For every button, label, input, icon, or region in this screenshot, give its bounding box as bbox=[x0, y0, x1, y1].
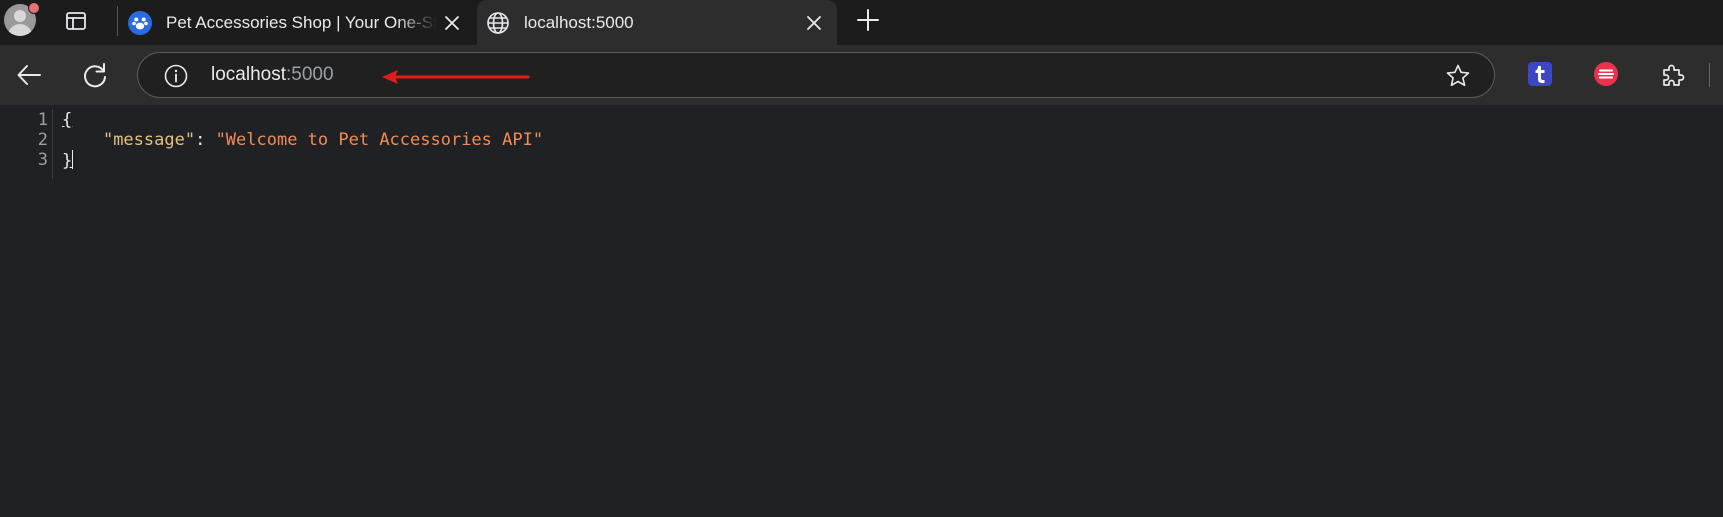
tab-actions-icon[interactable] bbox=[64, 9, 88, 33]
annotation-arrow-icon bbox=[382, 70, 530, 84]
json-key: "message" bbox=[102, 130, 196, 150]
code-line-3: 3 } bbox=[0, 150, 1723, 171]
globe-icon bbox=[487, 11, 509, 34]
browser-toolbar: localhost:5000 bbox=[0, 45, 1723, 105]
line-number: 1 bbox=[37, 110, 48, 130]
tab-separator bbox=[117, 6, 118, 36]
close-icon[interactable] bbox=[805, 14, 823, 32]
new-tab-plus-icon[interactable] bbox=[856, 8, 880, 32]
url-port: :5000 bbox=[286, 64, 334, 85]
back-arrow-icon[interactable] bbox=[15, 61, 43, 89]
tumblr-icon[interactable] bbox=[1527, 61, 1553, 87]
avatar-body bbox=[8, 24, 32, 36]
code-text: "message": "Welcome to Pet Accessories A… bbox=[62, 130, 543, 150]
red-extension-icon[interactable] bbox=[1593, 61, 1619, 87]
open-brace: { bbox=[62, 110, 73, 130]
tab-title: localhost:5000 bbox=[524, 12, 634, 32]
profile-notification-dot bbox=[28, 2, 40, 14]
code-line-2: 2 "message": "Welcome to Pet Accessories… bbox=[0, 130, 1723, 150]
url-text[interactable]: localhost:5000 bbox=[211, 64, 334, 86]
line-number: 3 bbox=[37, 150, 48, 170]
line-number: 2 bbox=[37, 130, 48, 150]
extensions-puzzle-icon[interactable] bbox=[1659, 62, 1685, 88]
paw-icon bbox=[128, 10, 152, 35]
tab-pet-accessories[interactable]: Pet Accessories Shop | Your One-Stop Sho… bbox=[119, 0, 475, 45]
toolbar-separator bbox=[1709, 63, 1710, 87]
json-colon: : bbox=[195, 130, 216, 150]
code-text: { bbox=[62, 110, 72, 130]
json-viewer: 1 { 2 "message": "Welcome to Pet Accesso… bbox=[0, 105, 1723, 517]
reload-icon[interactable] bbox=[81, 61, 109, 89]
code-line-1: 1 { bbox=[0, 110, 1723, 130]
tab-strip: Pet Accessories Shop | Your One-Stop Sho… bbox=[0, 0, 1723, 45]
json-string-value: "Welcome to Pet Accessories API" bbox=[215, 130, 544, 150]
avatar-head bbox=[14, 10, 26, 22]
close-icon[interactable] bbox=[443, 14, 461, 32]
address-bar[interactable]: localhost:5000 bbox=[137, 52, 1495, 98]
tab-localhost[interactable]: localhost:5000 bbox=[477, 0, 837, 45]
site-info-icon[interactable] bbox=[164, 64, 188, 88]
tab-title: Pet Accessories Shop | Your One-Stop Sho… bbox=[166, 12, 437, 32]
favorite-star-icon[interactable] bbox=[1445, 63, 1471, 89]
url-host: localhost bbox=[211, 64, 286, 85]
code-text: } bbox=[62, 150, 74, 171]
close-brace: } bbox=[62, 151, 73, 171]
text-cursor bbox=[72, 150, 74, 169]
